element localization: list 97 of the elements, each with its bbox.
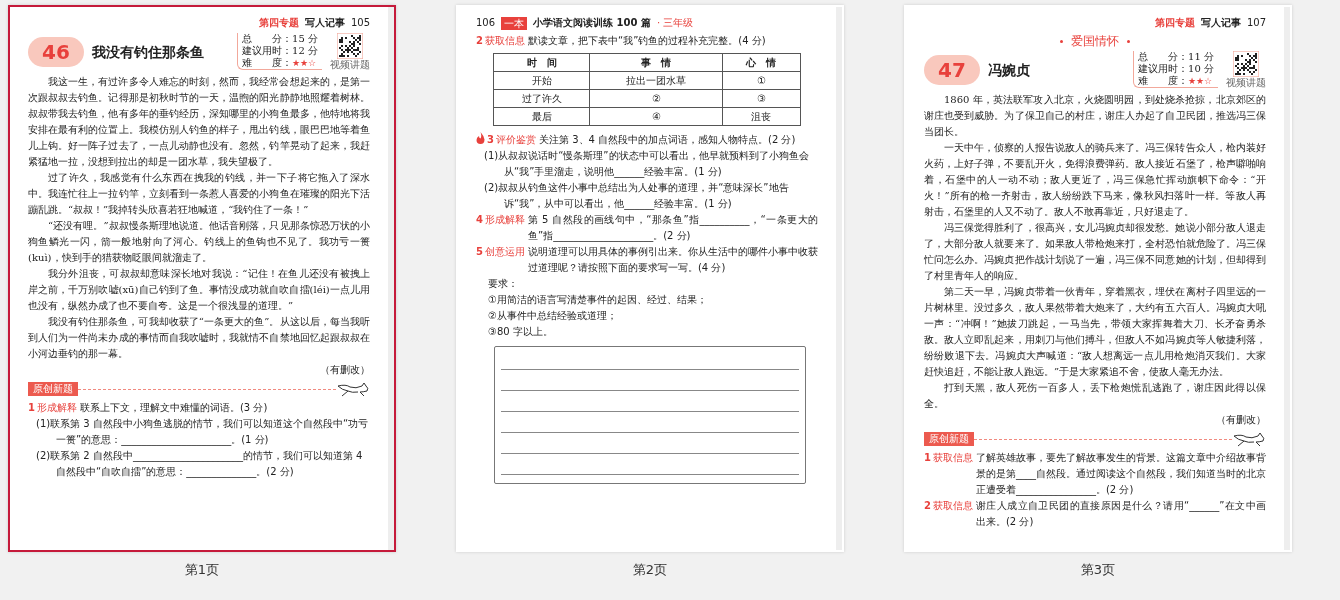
- source-note: （有删改）: [1215, 413, 1266, 427]
- section-label: 原创新题: [28, 382, 78, 396]
- article-number: 46: [28, 36, 84, 67]
- paragraph: 我这一生，有过许多令人难忘的时刻，然而，我经常会想起来的，是第一次跟叔叔去钓鱼。记得那是初秋时节的一天，温煦的阳光静静地照耀着树林。叔叔带我去钓鱼，他有多年的垂钓经历，深知哪里的小狗鱼最多，他特地将我安排在最有利的位置上。我模仿别人钓鱼的样子，甩出钓线，眼巴巴地等着鱼儿上钩。好一阵子过去了，一点儿动静也没有。忽然，钓竿晃动了起来，我赶紧猛地一拉，没想到拉出的却是一团水草，我失望极了。: [28, 75, 370, 169]
- star-icon: ★: [292, 58, 301, 68]
- page-thumbnail[interactable]: [8, 5, 396, 552]
- qr-caption: 视频讲题: [330, 59, 370, 70]
- info-text: 总 分：15 分: [242, 33, 318, 44]
- question-tag: 评价鉴赏: [495, 134, 536, 145]
- question-number: 4: [476, 214, 483, 225]
- question-text: 默读文章，把下表中“我”钓鱼的过程补充完整。(4 分): [527, 34, 767, 48]
- paragraph: 一天中午，侦察的人报告说敌人的骑兵来了。冯三保转告众人，枪内装好火药，上好子弹，不要乱开火，免得浪费弹药。敌人接近石堡了，枪声噼啪响着，石堡中的人一动不动；敌人更近了，冯三保急忙挥动旗帜下命令：“开火！”所有的枪一齐射击，敌人纷纷跌下马来，像秋风扫落叶一样。等敌人再射击，石堡里的人又不动了。敌人不敢再靠近，只好退走了。: [924, 141, 1266, 219]
- question-text: 联系上下文，理解文中难懂的词语。(3 分): [79, 401, 269, 415]
- question-tag: 创意运用: [484, 246, 525, 257]
- page-label: 第1页: [184, 561, 220, 579]
- question-number: 2: [476, 35, 483, 46]
- header-unit: 写人记事: [304, 16, 345, 30]
- brand-logo: 一本: [501, 16, 528, 30]
- requirement-text: ①用简洁的语言写清楚事件的起因、经过、结果；: [488, 293, 708, 307]
- table-cell: 开始: [493, 71, 590, 90]
- qr-caption: 视频讲题: [1226, 77, 1266, 88]
- source-note: （有删改）: [319, 363, 370, 377]
- table-cell: 最后: [493, 107, 590, 126]
- question-text: 谢庄人成立自卫民团的直接原因是什么？请用“______”在文中画出来。(2 分): [975, 499, 1266, 529]
- page-number: 105: [350, 16, 370, 30]
- page-number: 106: [476, 16, 496, 30]
- table-header: 时 间: [493, 53, 590, 72]
- article-number: 47: [924, 54, 980, 85]
- qr-code-icon: [337, 33, 363, 59]
- grade-label: · 三年级: [656, 16, 694, 30]
- bullet-dot: [1127, 40, 1130, 43]
- question-text: 关注第 3、4 自然段中的加点词语，感知人物特点。(2 分): [538, 133, 797, 147]
- theme-title: 爱国情怀: [1071, 34, 1119, 48]
- table-header: 事 情: [589, 53, 723, 72]
- page-thumbnail[interactable]: [456, 5, 844, 552]
- info-text: 建议用时：10 分: [1138, 63, 1214, 74]
- paragraph: 冯三保觉得胜利了，很高兴，女儿冯婉贞却很发愁。她说小部分敌人退走了，大部分敌人就要来了。如果敌人带枪炮来打，全村恐怕就危险了。冯三保忙问怎么办。冯婉贞把作战计划说了一遍，冯三保不同意她的计划，但却得到了村里青年人的响应。: [924, 221, 1266, 283]
- cat-drawing: [336, 380, 370, 398]
- sub-question: (2)叔叔从钓鱼这件小事中总结出为人处事的道理，并“意味深长”地告诉“我”，从中可以看出，他______经验丰富。(1 分): [484, 181, 790, 212]
- star-icon: ☆: [1204, 76, 1213, 86]
- table-cell: 沮丧: [722, 107, 801, 126]
- article-title: 我没有钓住那条鱼: [91, 43, 205, 60]
- section-label: 原创新题: [924, 432, 974, 446]
- paragraph: 1860 年，英法联军攻入北京，火烧圆明园，到处烧杀抢掠，北京郊区的谢庄也受到威胁。为了保卫自己的村庄，谢庄人办起了自卫民团，推选冯三保当团长。: [924, 93, 1266, 139]
- info-text: 难 度：: [242, 57, 293, 68]
- qr-code-icon: [1233, 51, 1259, 77]
- question-text: 说明道理可以用具体的事例引出来。你从生活中的哪件小事中收获过道理呢？请按照下面的要求写一写。(4 分): [527, 245, 818, 275]
- page-label: 第2页: [632, 561, 668, 579]
- table-cell: ②: [589, 89, 723, 108]
- page-number: 107: [1246, 16, 1266, 30]
- requirement-text: ③80 字以上。: [488, 325, 554, 339]
- sub-question: (2)联系第 2 自然段中______________________的情节，我们可以知道第 4 自然段中“自吹自擂”的意思：______________。(2 分): [36, 449, 364, 480]
- star-icon: ☆: [308, 58, 317, 68]
- header-topic: 第四专题: [1154, 16, 1195, 30]
- bullet-dot: [1060, 40, 1063, 43]
- book-title: 小学语文阅读训练 100 篇: [533, 16, 651, 30]
- sub-question: (1)从叔叔说话时“慢条斯理”的状态中可以看出，他早就预料到了小狗鱼会从“我”手里溜走，说明他______经验丰富。(1 分): [484, 149, 810, 180]
- header-unit: 写人记事: [1200, 16, 1241, 30]
- question-tag: 获取信息: [932, 500, 973, 511]
- paragraph: 打到天黑，敌人死伤一百多人，丢下枪炮慌乱逃跑了，谢庄因此得以保全。: [924, 381, 1266, 411]
- question-number: 3: [487, 134, 494, 145]
- sub-question: (1)联系第 3 自然段中小狗鱼逃脱的情节，我们可以知道这个自然段中“功亏一篑”的意思：______________________。(1 分): [36, 417, 370, 448]
- info-text: 建议用时：12 分: [242, 45, 318, 56]
- table-cell: ①: [722, 71, 801, 90]
- table-cell: 拉出一团水草: [589, 71, 723, 90]
- info-text: 总 分：11 分: [1138, 51, 1214, 62]
- question-tag: 获取信息: [484, 35, 525, 46]
- question-tag: 形成解释: [36, 402, 77, 413]
- page-thumbnail[interactable]: [904, 5, 1292, 552]
- question-tag: 获取信息: [932, 452, 973, 463]
- paragraph: 我分外沮丧，可叔叔却意味深长地对我说：“记住！在鱼儿还没有被拽上岸之前，千万别吹嘘(xū)自己钓到了鱼。事情没成功就自吹自擂(léi)一点儿用也没有，纵然办成了也不要自夸。这是一个很浅显的道理。”: [28, 267, 370, 313]
- table-cell: 过了许久: [493, 89, 590, 108]
- paragraph: “还没有哩。”叔叔慢条斯理地说道。他话音刚落，只见那条惊恐万状的小狗鱼鳞光一闪，箭一般地射向了河心。钓线上的鱼钩也不见了。我功亏一篑(kuì)，快到手的猎获物眨眼间就溜走了。: [28, 219, 370, 265]
- paragraph: 我没有钓住那条鱼，可我却收获了“一条更大的鱼”。从这以后，每当我听到人们为一件尚未办成的事情而自我吹嘘时，我就情不自禁地回忆起跟叔叔在小河边垂钓的那一幕。: [28, 315, 370, 361]
- requirement-text: 要求：: [488, 277, 519, 291]
- table-cell: ③: [722, 89, 801, 108]
- question-number: 5: [476, 246, 483, 257]
- question-number: 2: [924, 500, 931, 511]
- question-tag: 形成解释: [484, 214, 525, 225]
- question-text: 了解英雄故事，要先了解故事发生的背景。这篇文章中介绍故事背景的是第____自然段。通过阅读这个自然段，我们知道当时的北京正遭受着________________。(2 分): [975, 451, 1266, 498]
- table-header: 心 情: [722, 53, 801, 72]
- question-text: 第 5 自然段的画线句中，“那条鱼”指__________，“一条更大的鱼”指____________________。(2 分): [527, 213, 818, 244]
- star-icon: ★: [300, 58, 309, 68]
- article-title: 冯婉贞: [987, 61, 1031, 78]
- star-icon: ★: [1188, 76, 1197, 86]
- requirement-text: ②从事件中总结经验或道理；: [488, 309, 618, 323]
- star-icon: ★: [1196, 76, 1205, 86]
- cat-drawing: [1232, 430, 1266, 448]
- paragraph: 过了许久，我感觉有什么东西在拽我的钓线，并一下子将它拖入了深水中。我连忙往上一拉钓竿，立刻看到一条惹人喜爱的小狗鱼在璀璨的阳光下活蹦乱跳。“叔叔！”我掉转头欣喜若狂地喊道，“我钓住了一条！”: [28, 171, 370, 217]
- page-label: 第3页: [1080, 561, 1116, 579]
- question-number: 1: [28, 402, 35, 413]
- info-text: 难 度：: [1138, 75, 1189, 86]
- table-cell: ④: [589, 107, 723, 126]
- header-topic: 第四专题: [258, 16, 299, 30]
- paragraph: 第二天一早，冯婉贞带着一伙青年，穿着黑衣，埋伏在离村子四里远的一片树林里。没过多久，敌人果然带着大炮来了，大约有五六百人。冯婉贞大吼一声：“冲啊！”她拔刀跳起，一马当先，带领大家挥舞着大刀、长矛奋勇杀敌。敌人立即乱起来，用刺刀与他们搏斗，但敌人不如冯婉贞等人敏捷利落，纷纷败退下去。冯婉贞大声喊道：“敌人想离远一点儿用枪炮消灭我们。大家赶快追赶，不能让敌人跑远。”于是大家紧追不舍，使敌人毫无办法。: [924, 285, 1266, 379]
- flame-icon: [476, 132, 485, 144]
- question-number: 1: [924, 452, 931, 463]
